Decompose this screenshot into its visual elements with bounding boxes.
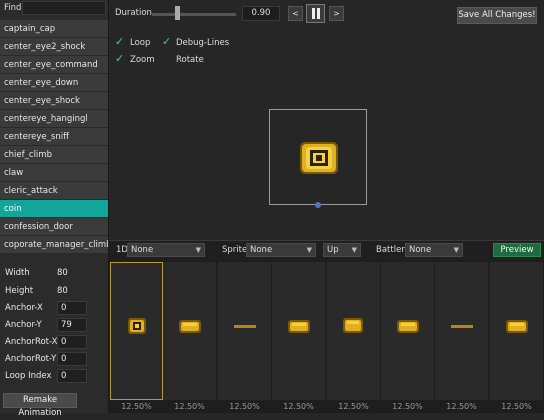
frame-duration-percent: 12.50% — [446, 402, 477, 411]
animation-list-item[interactable]: centereye_hangingl — [0, 110, 108, 128]
animation-frame[interactable] — [381, 262, 434, 400]
rotate-label: Rotate — [176, 55, 204, 65]
battler-dropdown-value: None — [409, 245, 432, 255]
frame-duration-percent: 12.50% — [121, 402, 152, 411]
chevron-down-icon: ▼ — [453, 246, 459, 254]
animation-list-item[interactable]: coin — [0, 200, 108, 218]
animation-frame[interactable] — [163, 262, 216, 400]
preview-button[interactable]: Preview — [493, 243, 541, 257]
frame-sprite — [179, 320, 201, 333]
height-label: Height — [5, 286, 34, 296]
pause-icon — [312, 8, 315, 19]
sprite-dropdown-value: None — [250, 245, 273, 255]
prev-frame-button[interactable]: < — [288, 6, 303, 21]
animation-frame[interactable] — [435, 262, 488, 400]
save-all-button[interactable]: Save All Changes! — [457, 7, 537, 24]
frame-sprite — [288, 320, 310, 333]
animation-list-item[interactable]: centereye_sniff — [0, 128, 108, 146]
duration-slider-thumb[interactable] — [175, 6, 181, 20]
chevron-down-icon: ▼ — [351, 246, 357, 254]
width-value[interactable]: 80 — [57, 268, 68, 278]
animation-list-item[interactable]: chief_climb — [0, 146, 108, 164]
animation-list-item[interactable]: center_eye_command — [0, 56, 108, 74]
animation-list-item[interactable]: cleric_attack — [0, 182, 108, 200]
animation-frame[interactable] — [218, 262, 271, 400]
loop-index-input[interactable]: 0 — [57, 369, 87, 383]
rotate-checkbox[interactable] — [162, 55, 171, 64]
battler-label: Battler — [376, 245, 405, 255]
animation-frame[interactable] — [272, 262, 325, 400]
next-frame-button[interactable]: > — [329, 6, 344, 21]
battler-dropdown[interactable]: None ▼ — [405, 243, 463, 257]
direction-dropdown-value: Up — [327, 245, 339, 255]
frame-duration-percent: 12.50% — [174, 402, 205, 411]
frame-duration-percent: 12.50% — [501, 402, 532, 411]
zoom-checkbox-icon[interactable]: ✓ — [115, 52, 124, 65]
width-label: Width — [5, 268, 30, 278]
frame-sprite — [234, 325, 256, 328]
remake-animation-button[interactable]: Remake Animation — [3, 393, 77, 418]
debug-lines-label: Debug-Lines — [176, 38, 230, 48]
animation-list-item[interactable]: center_eye_shock — [0, 92, 108, 110]
anchor-y-label: Anchor-Y — [5, 320, 42, 330]
frame-sprite — [506, 320, 528, 333]
animation-list-item[interactable]: claw — [0, 164, 108, 182]
frame-sprite — [397, 320, 419, 333]
duration-slider[interactable] — [152, 13, 236, 16]
sprite-label: Sprite — [222, 245, 248, 255]
direction-dropdown[interactable]: Up ▼ — [323, 243, 361, 257]
coin-sprite — [300, 142, 338, 174]
sprite-dropdown[interactable]: None ▼ — [246, 243, 316, 257]
anchor-rot-y-label: AnchorRot-Y — [5, 354, 57, 364]
animation-list-item[interactable]: captain_cap — [0, 20, 108, 38]
pause-button[interactable] — [306, 4, 325, 23]
animation-frame[interactable] — [490, 262, 543, 400]
frame-duration-percent: 12.50% — [229, 402, 260, 411]
id-dropdown[interactable]: None ▼ — [127, 243, 205, 257]
animation-frame[interactable] — [110, 262, 163, 400]
loop-index-label: Loop Index — [5, 371, 52, 381]
pause-icon-bar — [317, 8, 320, 19]
frame-duration-percent: 12.50% — [392, 402, 423, 411]
animation-list-item[interactable]: center_eye2_shock — [0, 38, 108, 56]
chevron-down-icon: ▼ — [306, 246, 312, 254]
anchor-y-input[interactable]: 79 — [57, 318, 87, 332]
anchor-rot-x-input[interactable]: 0 — [57, 335, 87, 349]
find-input[interactable] — [22, 1, 106, 15]
anchor-rot-y-input[interactable]: 0 — [57, 352, 87, 366]
anchor-point[interactable] — [315, 202, 321, 208]
frame-sprite — [343, 318, 363, 333]
frame-sprite — [128, 318, 146, 334]
animation-list: captain_cap center_eye2_shock center_eye_c… — [0, 20, 108, 254]
anchor-rot-x-label: AnchorRot-X — [5, 337, 58, 347]
zoom-label: Zoom — [130, 55, 155, 65]
frame-sprite — [451, 325, 473, 328]
duration-value-field[interactable]: 0.90 — [242, 6, 280, 21]
id-dropdown-value: None — [131, 245, 154, 255]
debug-lines-checkbox-icon[interactable]: ✓ — [162, 35, 171, 48]
loop-checkbox-icon[interactable]: ✓ — [115, 35, 124, 48]
anchor-x-label: Anchor-X — [5, 303, 43, 313]
loop-label: Loop — [130, 38, 151, 48]
anchor-x-input[interactable]: 0 — [57, 301, 87, 315]
animation-frame[interactable] — [327, 262, 380, 400]
animation-list-item[interactable]: center_eye_down — [0, 74, 108, 92]
frame-duration-percent: 12.50% — [338, 402, 369, 411]
duration-label: Duration — [115, 8, 152, 18]
height-value[interactable]: 80 — [57, 286, 68, 296]
animation-list-item[interactable]: coporate_manager_climb — [0, 236, 108, 254]
chevron-down-icon: ▼ — [195, 246, 201, 254]
frame-duration-percent: 12.50% — [283, 402, 314, 411]
animation-list-item[interactable]: confession_door — [0, 218, 108, 236]
